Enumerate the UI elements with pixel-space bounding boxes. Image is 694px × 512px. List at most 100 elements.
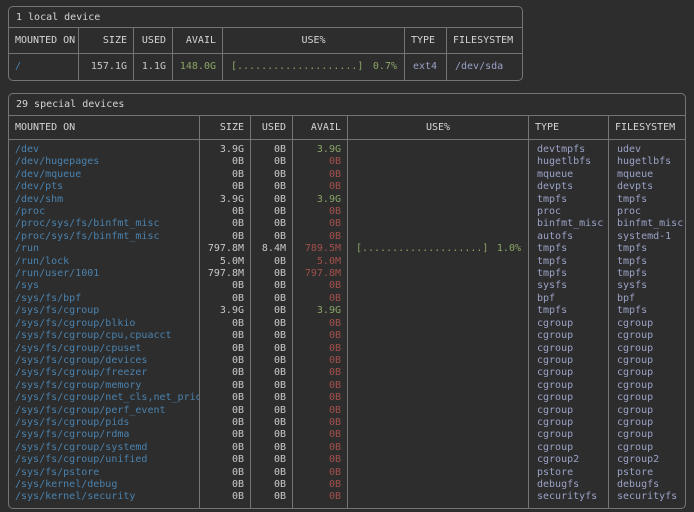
cell-filesystem: devpts xyxy=(609,181,685,193)
cell-type: devtmpfs xyxy=(529,140,609,156)
cell-used: 0B xyxy=(251,268,293,280)
cell-used: 0B xyxy=(251,380,293,392)
cell-use-percent: [....................]1.0% xyxy=(348,243,529,255)
duf-terminal-output: 1 local device MOUNTED ONSIZEUSEDAVAILUS… xyxy=(0,0,694,509)
cell-used: 0B xyxy=(251,318,293,330)
table-row: /sys/fs/cgroup/net_cls,net_prio0B0B0Bcgr… xyxy=(9,392,685,404)
cell-size: 0B xyxy=(200,293,251,305)
cell-type: tmpfs xyxy=(529,243,609,255)
cell-avail: 0B xyxy=(293,156,348,168)
special-devices-body: /dev3.9G0B3.9Gdevtmpfsudev/dev/hugepages… xyxy=(9,140,685,508)
cell-used: 0B xyxy=(251,330,293,342)
cell-size: 797.8M xyxy=(200,268,251,280)
cell-use-percent xyxy=(348,140,529,156)
cell-use-percent xyxy=(348,392,529,404)
cell-use-percent xyxy=(348,256,529,268)
cell-type: devpts xyxy=(529,181,609,193)
table-row: /sys/fs/cgroup/cpu,cpuacct0B0B0Bcgroupcg… xyxy=(9,330,685,342)
cell-used: 0B xyxy=(251,305,293,317)
cell-use-percent xyxy=(348,429,529,441)
cell-use-percent xyxy=(348,280,529,292)
column-header-filesystem: FILESYSTEM xyxy=(447,28,522,53)
cell-used: 0B xyxy=(251,206,293,218)
cell-size: 0B xyxy=(200,392,251,404)
cell-used: 0B xyxy=(251,405,293,417)
cell-size: 0B xyxy=(200,367,251,379)
cell-used: 0B xyxy=(251,367,293,379)
cell-type: securityfs xyxy=(529,491,609,507)
local-devices-body: /157.1G1.1G148.0G[....................]0… xyxy=(9,54,522,80)
cell-used: 0B xyxy=(251,479,293,491)
cell-mounted-on: /dev/shm xyxy=(9,194,200,206)
cell-avail: 0B xyxy=(293,355,348,367)
table-row: /dev/pts0B0B0Bdevptsdevpts xyxy=(9,181,685,193)
cell-use-percent xyxy=(348,330,529,342)
cell-filesystem: cgroup xyxy=(609,367,685,379)
cell-type: cgroup xyxy=(529,355,609,367)
cell-avail: 5.0M xyxy=(293,256,348,268)
cell-type: binfmt_misc xyxy=(529,218,609,230)
cell-type: tmpfs xyxy=(529,194,609,206)
cell-mounted-on: / xyxy=(9,54,79,80)
cell-avail: 797.8M xyxy=(293,268,348,280)
cell-avail: 0B xyxy=(293,405,348,417)
cell-size: 0B xyxy=(200,318,251,330)
cell-type: tmpfs xyxy=(529,256,609,268)
cell-use-percent xyxy=(348,442,529,454)
cell-use-percent xyxy=(348,479,529,491)
cell-mounted-on: /proc xyxy=(9,206,200,218)
cell-filesystem: cgroup xyxy=(609,392,685,404)
cell-mounted-on: /sys/fs/cgroup/memory xyxy=(9,380,200,392)
cell-used: 0B xyxy=(251,442,293,454)
cell-avail: 0B xyxy=(293,181,348,193)
cell-filesystem: tmpfs xyxy=(609,305,685,317)
cell-use-percent xyxy=(348,268,529,280)
cell-type: cgroup xyxy=(529,429,609,441)
cell-avail: 0B xyxy=(293,380,348,392)
usage-percent: 1.0% xyxy=(497,243,521,255)
column-header-filesystem: FILESYSTEM xyxy=(609,116,685,139)
special-devices-header-row: MOUNTED ONSIZEUSEDAVAILUSE%TYPEFILESYSTE… xyxy=(9,116,685,140)
cell-type: autofs xyxy=(529,231,609,243)
cell-used: 0B xyxy=(251,454,293,466)
cell-type: cgroup xyxy=(529,380,609,392)
cell-used: 0B xyxy=(251,181,293,193)
cell-mounted-on: /sys/fs/pstore xyxy=(9,467,200,479)
cell-filesystem: hugetlbfs xyxy=(609,156,685,168)
cell-use-percent xyxy=(348,293,529,305)
cell-use-percent xyxy=(348,380,529,392)
cell-avail: 0B xyxy=(293,169,348,181)
table-row: /sys/fs/pstore0B0B0Bpstorepstore xyxy=(9,467,685,479)
cell-filesystem: bpf xyxy=(609,293,685,305)
cell-mounted-on: /sys/fs/cgroup/pids xyxy=(9,417,200,429)
cell-used: 0B xyxy=(251,140,293,156)
cell-used: 0B xyxy=(251,194,293,206)
cell-use-percent xyxy=(348,467,529,479)
cell-avail: 3.9G xyxy=(293,305,348,317)
cell-mounted-on: /sys/fs/cgroup/cpuset xyxy=(9,343,200,355)
table-row: /run797.8M8.4M789.5M[...................… xyxy=(9,243,685,255)
cell-avail: 0B xyxy=(293,417,348,429)
cell-type: cgroup xyxy=(529,367,609,379)
cell-mounted-on: /dev/pts xyxy=(9,181,200,193)
column-header-type: TYPE xyxy=(405,28,447,53)
local-devices-title: 1 local device xyxy=(9,7,522,28)
cell-mounted-on: /proc/sys/fs/binfmt_misc xyxy=(9,231,200,243)
table-row: /sys/fs/cgroup/systemd0B0B0Bcgroupcgroup xyxy=(9,442,685,454)
cell-mounted-on: /sys/kernel/security xyxy=(9,491,200,507)
cell-filesystem: tmpfs xyxy=(609,194,685,206)
cell-use-percent xyxy=(348,367,529,379)
table-row: /sys/fs/cgroup/perf_event0B0B0Bcgroupcgr… xyxy=(9,405,685,417)
cell-used: 0B xyxy=(251,231,293,243)
column-header-used: USED xyxy=(251,116,293,139)
cell-use-percent xyxy=(348,405,529,417)
cell-avail: 0B xyxy=(293,218,348,230)
cell-filesystem: pstore xyxy=(609,467,685,479)
cell-type: sysfs xyxy=(529,280,609,292)
cell-avail: 0B xyxy=(293,454,348,466)
cell-type: cgroup xyxy=(529,318,609,330)
cell-filesystem: cgroup xyxy=(609,355,685,367)
cell-size: 0B xyxy=(200,405,251,417)
table-row: /sys/fs/bpf0B0B0Bbpfbpf xyxy=(9,293,685,305)
cell-filesystem: tmpfs xyxy=(609,256,685,268)
